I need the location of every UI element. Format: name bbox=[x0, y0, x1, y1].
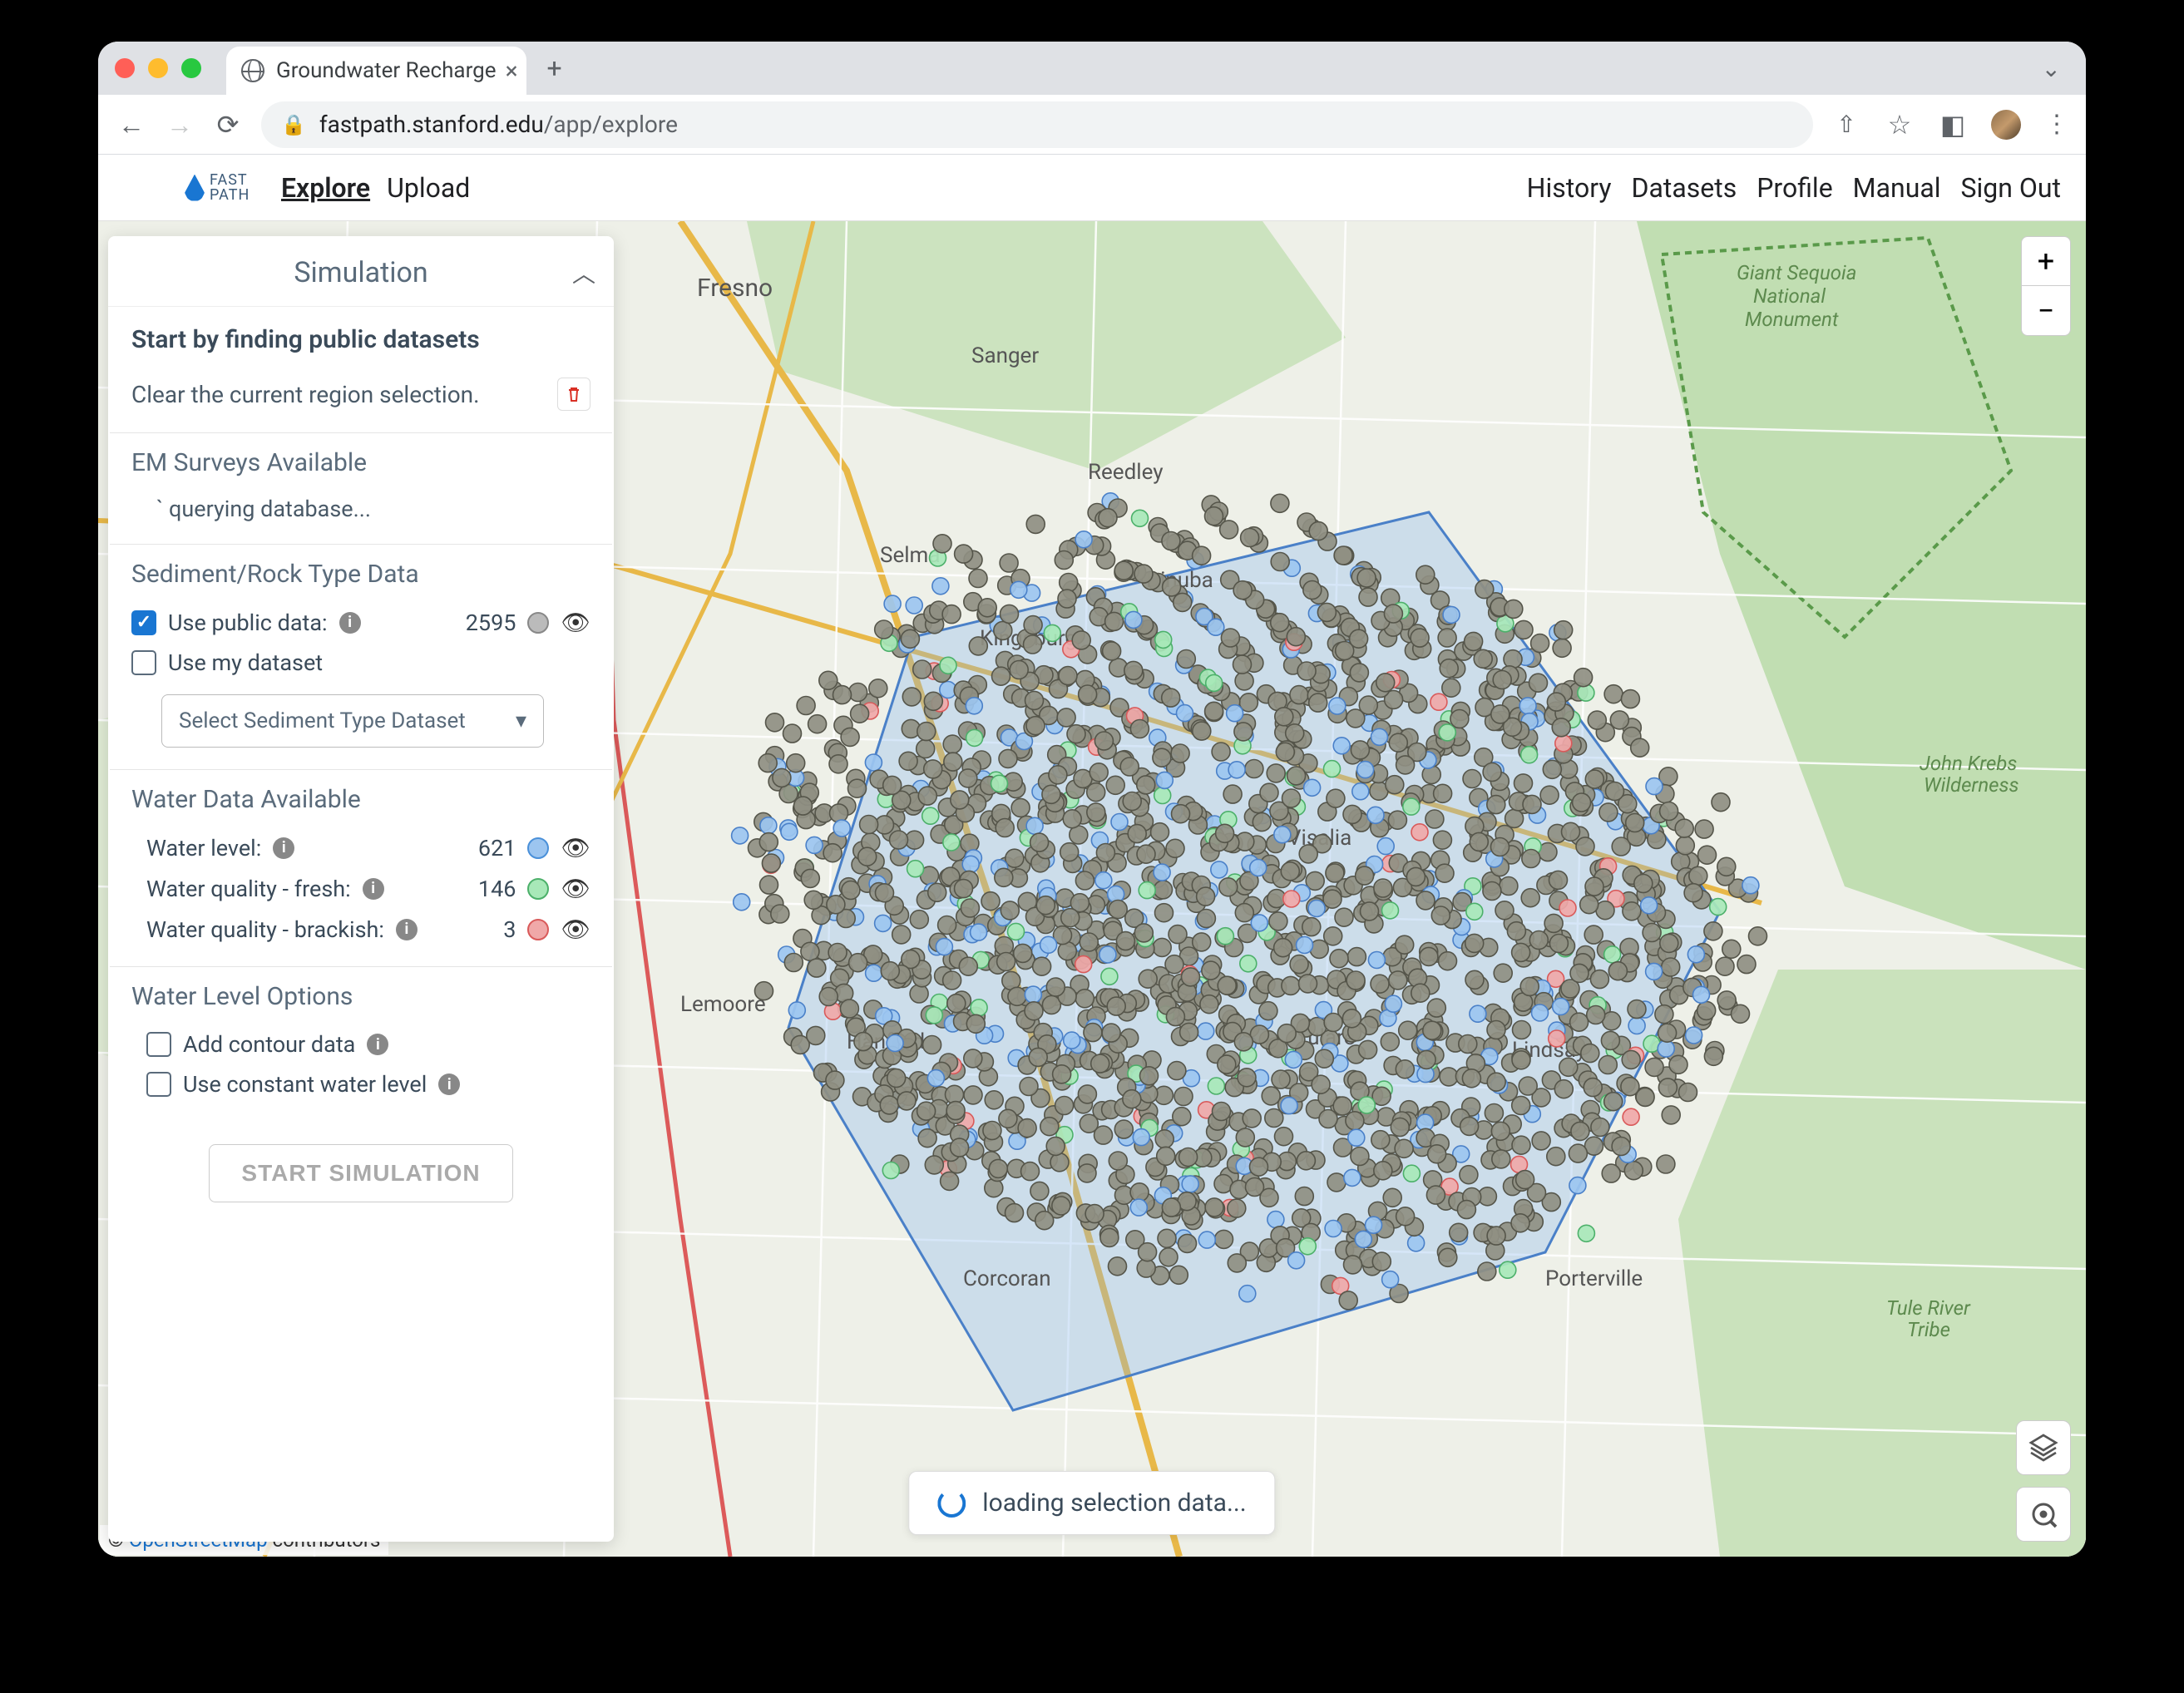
zoom-controls: + − bbox=[2021, 236, 2071, 336]
forward-button: → bbox=[165, 109, 195, 141]
water-brackish-label: Water quality - brackish: bbox=[146, 916, 384, 943]
sediment-heading: Sediment/Rock Type Data bbox=[131, 560, 590, 589]
loading-text: loading selection data... bbox=[982, 1488, 1246, 1518]
start-heading: Start by finding public datasets bbox=[131, 325, 590, 354]
app-content: Fresno Sanger Selma Reedley Kingsburg Di… bbox=[98, 221, 2086, 1557]
visibility-toggle[interactable]: 👁 bbox=[561, 834, 590, 861]
sediment-dataset-select[interactable]: Select Sediment Type Dataset ▾ bbox=[161, 694, 544, 748]
browser-tab[interactable]: Groundwater Recharge × bbox=[226, 47, 526, 95]
use-public-checkbox[interactable] bbox=[131, 610, 156, 635]
panel-header: Simulation ︿ bbox=[108, 236, 614, 307]
info-icon[interactable]: i bbox=[363, 878, 384, 900]
panel-body[interactable]: Start by finding public datasets Clear t… bbox=[108, 307, 614, 1542]
info-icon[interactable]: i bbox=[396, 919, 418, 940]
constant-level-checkbox[interactable] bbox=[146, 1072, 171, 1097]
nav-right: History Datasets Profile Manual Sign Out bbox=[1527, 172, 2061, 204]
url-text: fastpath.stanford.edu/app/explore bbox=[319, 111, 678, 138]
trash-icon[interactable] bbox=[557, 378, 590, 411]
collapse-panel-button[interactable]: ︿ bbox=[572, 256, 595, 289]
nav-history[interactable]: History bbox=[1527, 172, 1612, 204]
visibility-toggle[interactable]: 👁 bbox=[561, 609, 590, 636]
water-level-count: 621 bbox=[478, 835, 516, 861]
url-bar[interactable]: 🔒 fastpath.stanford.edu/app/explore bbox=[261, 101, 1813, 148]
spinner-icon bbox=[937, 1489, 966, 1518]
close-tab-button[interactable]: × bbox=[506, 57, 518, 85]
add-contour-label: Add contour data bbox=[183, 1031, 355, 1058]
public-count: 2595 bbox=[466, 610, 516, 636]
toolbar-right-icons: ⇧ ☆ ◧ ⋮ bbox=[1831, 109, 2068, 141]
em-heading: EM Surveys Available bbox=[131, 448, 590, 477]
visibility-toggle[interactable]: 👁 bbox=[561, 875, 590, 902]
water-level-label: Water level: bbox=[146, 835, 261, 861]
window-dropdown-button[interactable]: ⌄ bbox=[2042, 55, 2061, 82]
loading-toast: loading selection data... bbox=[908, 1471, 1275, 1535]
panel-icon[interactable]: ◧ bbox=[1938, 109, 1968, 141]
nav-manual[interactable]: Manual bbox=[1853, 172, 1941, 204]
locate-button[interactable] bbox=[2016, 1487, 2071, 1542]
tab-title: Groundwater Recharge bbox=[276, 58, 497, 83]
nav-upload[interactable]: Upload bbox=[387, 172, 470, 204]
use-public-label: Use public data: bbox=[168, 610, 328, 636]
water-fresh-label: Water quality - fresh: bbox=[146, 876, 351, 902]
use-my-label: Use my dataset bbox=[168, 649, 323, 676]
info-icon[interactable]: i bbox=[438, 1074, 460, 1095]
titlebar: Groundwater Recharge × + ⌄ bbox=[98, 42, 2086, 95]
simulation-panel: Simulation ︿ Start by finding public dat… bbox=[108, 236, 614, 1542]
browser-window: Groundwater Recharge × + ⌄ ← → ⟳ 🔒 fastp… bbox=[98, 42, 2086, 1557]
green-dot-icon bbox=[527, 878, 549, 900]
layers-button[interactable] bbox=[2016, 1420, 2071, 1475]
svg-text:Lemoore: Lemoore bbox=[680, 992, 766, 1017]
window-close-button[interactable] bbox=[115, 58, 135, 78]
window-zoom-button[interactable] bbox=[181, 58, 201, 78]
window-minimize-button[interactable] bbox=[148, 58, 168, 78]
clear-region-label: Clear the current region selection. bbox=[131, 381, 480, 408]
visibility-toggle[interactable]: 👁 bbox=[561, 916, 590, 943]
blue-dot-icon bbox=[527, 837, 549, 859]
nav-signout[interactable]: Sign Out bbox=[1961, 172, 2061, 204]
nav-profile[interactable]: Profile bbox=[1757, 172, 1832, 204]
nav-explore[interactable]: Explore bbox=[281, 172, 370, 204]
zoom-in-button[interactable]: + bbox=[2021, 236, 2071, 286]
globe-icon bbox=[241, 59, 264, 82]
profile-avatar[interactable] bbox=[1991, 110, 2021, 140]
add-contour-checkbox[interactable] bbox=[146, 1032, 171, 1057]
browser-menu-button[interactable]: ⋮ bbox=[2044, 110, 2068, 139]
lock-icon: 🔒 bbox=[281, 113, 306, 136]
back-button[interactable]: ← bbox=[116, 109, 146, 141]
map-tools bbox=[2016, 1420, 2071, 1542]
grey-dot-icon bbox=[527, 612, 549, 634]
info-icon[interactable]: i bbox=[367, 1034, 388, 1055]
red-dot-icon bbox=[527, 919, 549, 940]
svg-text:Corcoran: Corcoran bbox=[963, 1266, 1051, 1291]
svg-text:John KrebsWilderness: John KrebsWilderness bbox=[1920, 752, 2019, 797]
new-tab-button[interactable]: + bbox=[543, 57, 566, 80]
svg-text:Porterville: Porterville bbox=[1545, 1266, 1643, 1291]
water-fresh-count: 146 bbox=[478, 876, 516, 902]
use-my-checkbox[interactable] bbox=[131, 650, 156, 675]
panel-title: Simulation bbox=[294, 256, 427, 289]
svg-text:Sanger: Sanger bbox=[971, 343, 1039, 368]
svg-text:Reedley: Reedley bbox=[1088, 460, 1164, 485]
app-logo[interactable]: FASTPATH bbox=[185, 173, 250, 203]
start-simulation-button[interactable]: START SIMULATION bbox=[209, 1144, 512, 1202]
info-icon[interactable]: i bbox=[339, 612, 361, 634]
reload-button[interactable]: ⟳ bbox=[213, 109, 243, 141]
info-icon[interactable]: i bbox=[273, 837, 294, 859]
bookmark-icon[interactable]: ☆ bbox=[1885, 109, 1915, 141]
chevron-down-icon: ▾ bbox=[516, 708, 526, 733]
traffic-lights bbox=[115, 58, 201, 78]
water-brackish-count: 3 bbox=[503, 916, 516, 943]
app-header: FASTPATH Explore Upload History Datasets… bbox=[98, 155, 2086, 221]
nav-left: Explore Upload bbox=[281, 172, 470, 204]
constant-level-label: Use constant water level bbox=[183, 1071, 427, 1098]
nav-datasets[interactable]: Datasets bbox=[1631, 172, 1737, 204]
zoom-out-button[interactable]: − bbox=[2021, 286, 2071, 336]
share-icon[interactable]: ⇧ bbox=[1831, 111, 1861, 138]
water-heading: Water Data Available bbox=[131, 785, 590, 814]
svg-text:Fresno: Fresno bbox=[697, 274, 773, 303]
level-options-heading: Water Level Options bbox=[131, 982, 590, 1011]
browser-toolbar: ← → ⟳ 🔒 fastpath.stanford.edu/app/explor… bbox=[98, 95, 2086, 155]
em-status: ` querying database... bbox=[131, 491, 590, 527]
